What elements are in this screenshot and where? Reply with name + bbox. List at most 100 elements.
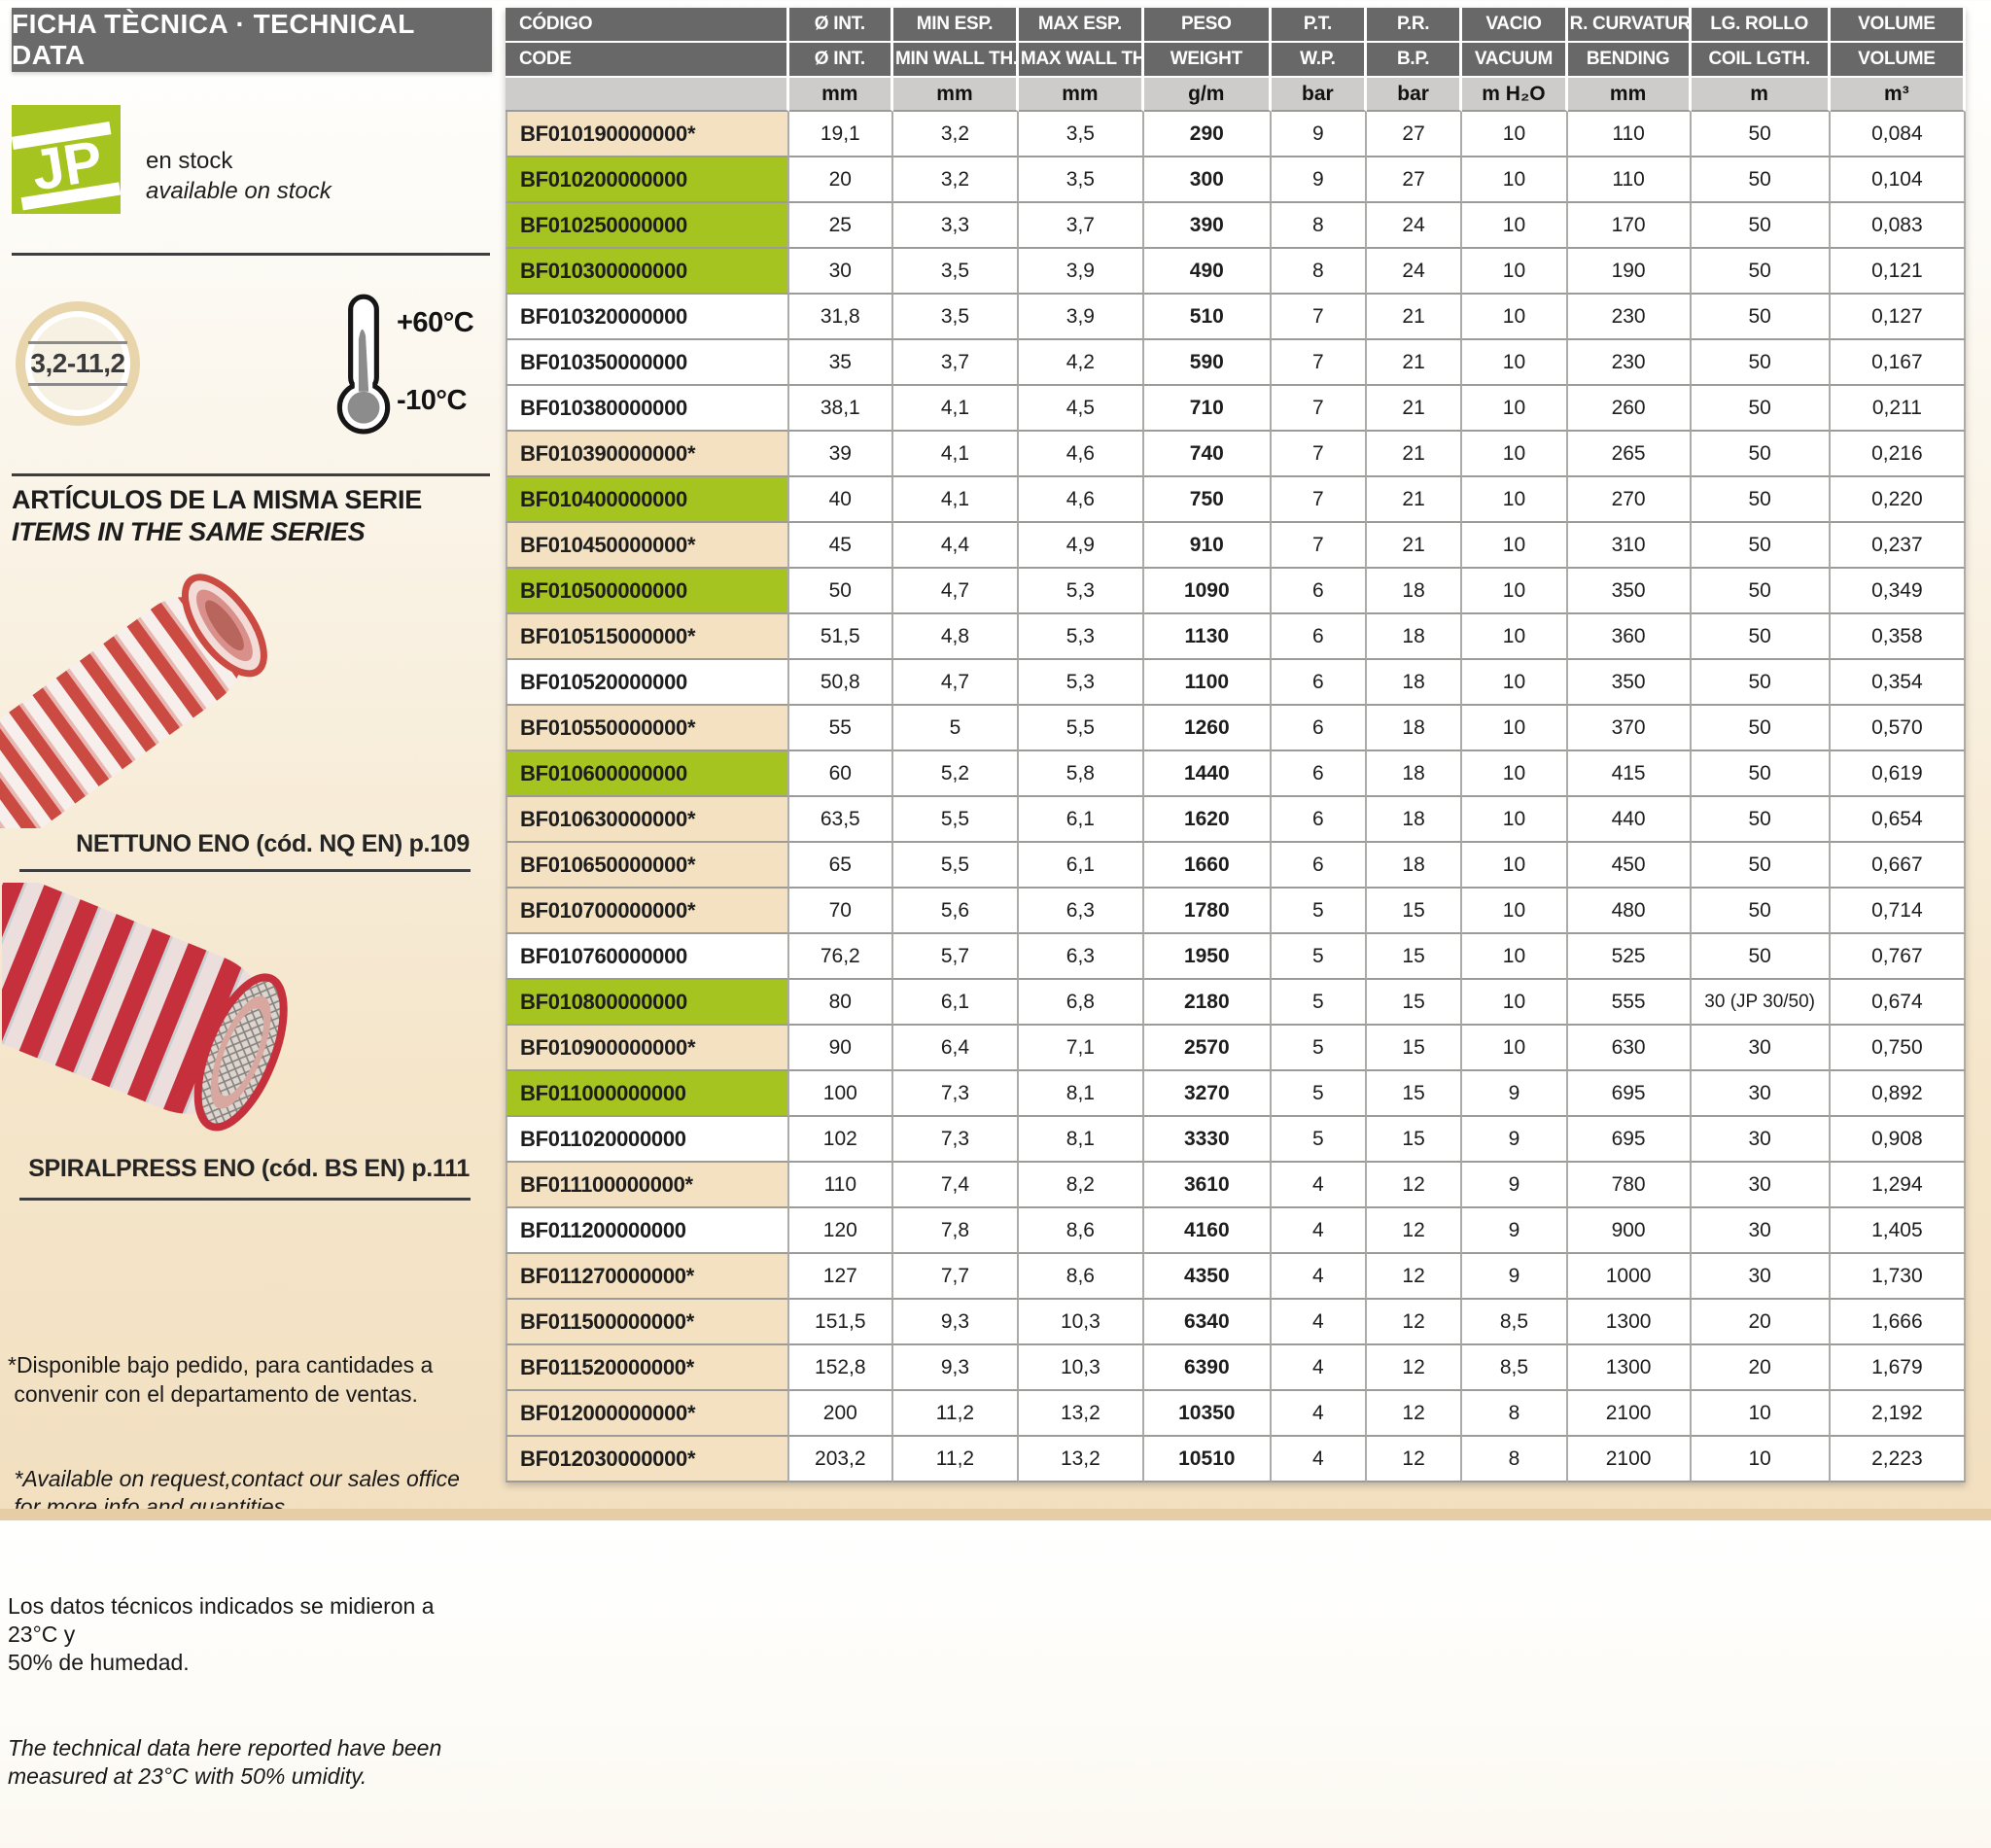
col-header-vacuum-es: VACIO [1462,8,1567,43]
min_wall-cell: 3,5 [893,249,1019,295]
max_wall-cell: 6,3 [1019,934,1144,980]
code-cell: BF010380000000 [506,386,789,432]
table-row: BF01076000000076,25,76,3195051510525500,… [506,934,1966,980]
code-cell: BF010800000000 [506,980,789,1026]
vacuum-cell: 9 [1462,1117,1567,1163]
technical-data-table-wrap: CÓDIGOØ INT.MIN ESP.MAX ESP.PESOP.T.P.R.… [506,8,1966,1482]
vacuum-cell: 10 [1462,889,1567,934]
bending-cell: 2100 [1568,1437,1692,1482]
coil-cell: 30 [1692,1254,1831,1300]
col-header-bending-es: R. CURVATURA [1568,8,1692,43]
vacuum-cell: 10 [1462,751,1567,797]
wp-cell: 5 [1272,934,1367,980]
wp-cell: 4 [1272,1300,1367,1345]
bending-cell: 260 [1568,386,1692,432]
diam-cell: 38,1 [789,386,893,432]
max_wall-cell: 3,5 [1019,112,1144,157]
page: { "left_panel": { "title": "FICHA TÈCNIC… [0,0,1991,1520]
wp-cell: 7 [1272,295,1367,340]
bending-cell: 555 [1568,980,1692,1026]
wp-cell: 9 [1272,157,1367,203]
bending-cell: 2100 [1568,1391,1692,1437]
vacuum-cell: 10 [1462,295,1567,340]
bending-cell: 1000 [1568,1254,1692,1300]
col-header-vacuum-unit: m H₂O [1462,78,1567,112]
bp-cell: 15 [1367,889,1462,934]
table-row: BF011100000000*1107,48,236104129780301,2… [506,1163,1966,1208]
table-row: BF011270000000*1277,78,6435041291000301,… [506,1254,1966,1300]
vacuum-cell: 10 [1462,569,1567,614]
diam-cell: 70 [789,889,893,934]
code-cell: BF011020000000 [506,1117,789,1163]
volume-cell: 0,750 [1831,1026,1966,1071]
diam-cell: 80 [789,980,893,1026]
max_wall-cell: 4,5 [1019,386,1144,432]
weight-cell: 1950 [1144,934,1272,980]
coil-cell: 50 [1692,569,1831,614]
coil-cell: 30 [1692,1026,1831,1071]
wp-cell: 5 [1272,889,1367,934]
diam-cell: 76,2 [789,934,893,980]
stock-info: JP en stock available on stock [12,103,478,215]
temp-max-label: +60°C [397,307,473,339]
coil-cell: 50 [1692,340,1831,386]
wp-cell: 8 [1272,203,1367,249]
bp-cell: 15 [1367,980,1462,1026]
volume-cell: 1,730 [1831,1254,1966,1300]
min_wall-cell: 7,3 [893,1071,1019,1117]
weight-cell: 4350 [1144,1254,1272,1300]
col-header-weight-en: WEIGHT [1144,43,1272,78]
table-row: BF01038000000038,14,14,571072110260500,2… [506,386,1966,432]
diameter-range-value: 3,2-11,2 [28,341,126,386]
bending-cell: 480 [1568,889,1692,934]
vacuum-cell: 10 [1462,203,1567,249]
min_wall-cell: 11,2 [893,1391,1019,1437]
bending-cell: 270 [1568,477,1692,523]
wp-cell: 7 [1272,432,1367,477]
divider [19,869,471,872]
bp-cell: 18 [1367,843,1462,889]
code-cell: BF010320000000 [506,295,789,340]
bp-cell: 12 [1367,1300,1462,1345]
bp-cell: 18 [1367,751,1462,797]
weight-cell: 10350 [1144,1391,1272,1437]
weight-cell: 1780 [1144,889,1272,934]
weight-cell: 910 [1144,523,1272,569]
volume-cell: 0,667 [1831,843,1966,889]
volume-cell: 0,349 [1831,569,1966,614]
volume-cell: 0,167 [1831,340,1966,386]
table-row: BF010900000000*906,47,1257051510630300,7… [506,1026,1966,1071]
table-row: BF010190000000*19,13,23,529092710110500,… [506,112,1966,157]
wp-cell: 7 [1272,386,1367,432]
diam-cell: 152,8 [789,1345,893,1391]
code-cell: BF011520000000* [506,1345,789,1391]
wp-cell: 5 [1272,1026,1367,1071]
vacuum-cell: 10 [1462,112,1567,157]
bending-cell: 350 [1568,660,1692,706]
max_wall-cell: 6,1 [1019,843,1144,889]
wp-cell: 7 [1272,477,1367,523]
bp-cell: 24 [1367,249,1462,295]
header-row-en: CODEØ INT.MIN WALL TH.MAX WALL TH.WEIGHT… [506,43,1966,78]
code-cell: BF010350000000 [506,340,789,386]
code-cell: BF010390000000* [506,432,789,477]
min_wall-cell: 6,1 [893,980,1019,1026]
diam-cell: 31,8 [789,295,893,340]
coil-cell: 30 [1692,1163,1831,1208]
divider [12,473,490,476]
wp-cell: 6 [1272,614,1367,660]
col-header-bp-en: B.P. [1367,43,1462,78]
coil-cell: 50 [1692,157,1831,203]
bending-cell: 525 [1568,934,1692,980]
table-row: BF010250000000253,33,739082410170500,083 [506,203,1966,249]
table-row: BF010200000000203,23,530092710110500,104 [506,157,1966,203]
wp-cell: 5 [1272,980,1367,1026]
wp-cell: 8 [1272,249,1367,295]
max_wall-cell: 8,2 [1019,1163,1144,1208]
volume-cell: 2,223 [1831,1437,1966,1482]
col-header-diam-es: Ø INT. [789,8,893,43]
table-row: BF010350000000353,74,259072110230500,167 [506,340,1966,386]
divider [12,253,490,256]
col-header-code-unit [506,78,789,112]
code-cell: BF012000000000* [506,1391,789,1437]
